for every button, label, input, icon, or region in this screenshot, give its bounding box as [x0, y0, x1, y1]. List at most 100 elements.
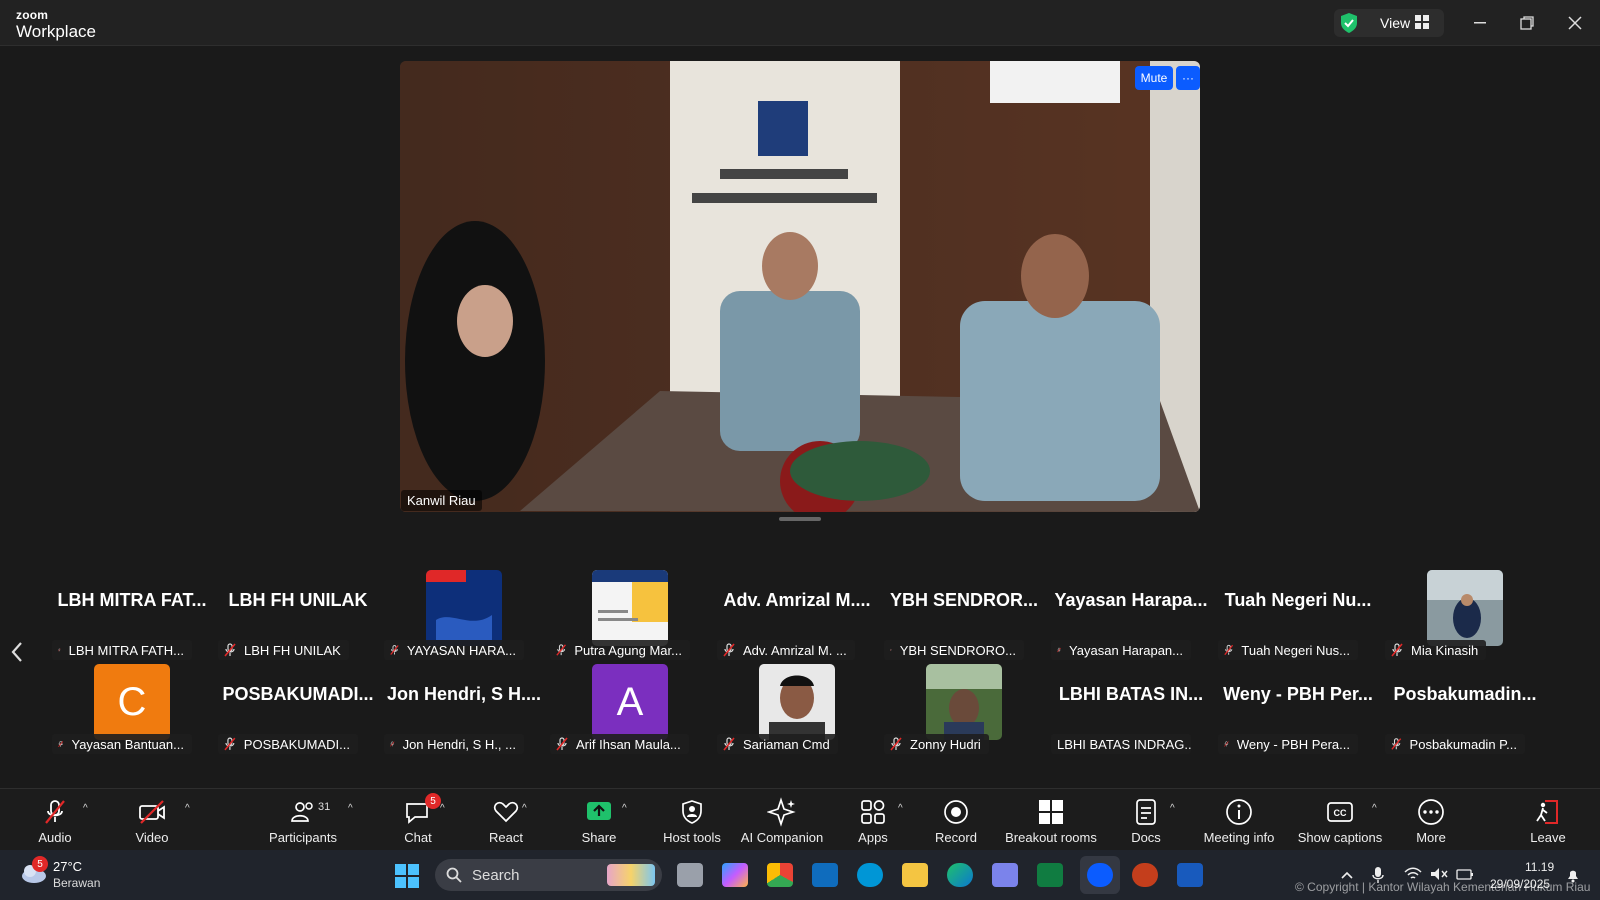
- powerpoint-icon[interactable]: [1132, 863, 1158, 887]
- record-icon: [944, 800, 968, 824]
- zoom-taskbar-icon[interactable]: [1087, 863, 1113, 887]
- hp-icon[interactable]: [857, 863, 883, 887]
- speaker-muted-icon[interactable]: [1430, 867, 1448, 881]
- outlook-icon[interactable]: [812, 863, 838, 887]
- participant-tile[interactable]: Tuah Negeri Nu... Tuah Negeri Nus...: [1218, 570, 1378, 662]
- participant-name-text: Posbakumadin P...: [1409, 736, 1517, 752]
- participant-display-name: LBH FH UNILAK: [228, 590, 368, 610]
- word-icon[interactable]: [1177, 863, 1203, 887]
- more-button[interactable]: More: [1415, 789, 1447, 851]
- copyright-watermark: © Copyright | Kantor Wilayah Kementerian…: [1295, 880, 1591, 894]
- wifi-icon[interactable]: [1404, 867, 1422, 881]
- participant-tile[interactable]: Adv. Amrizal M.... Adv. Amrizal M. ...: [717, 570, 877, 662]
- participant-name-label: LBH FH UNILAK: [218, 640, 349, 660]
- chat-button[interactable]: 5 Chat: [400, 789, 441, 851]
- participant-tile[interactable]: Putra Agung Mar...: [550, 570, 710, 662]
- share-button[interactable]: Share: [580, 789, 618, 851]
- audio-button[interactable]: Audio: [36, 789, 74, 851]
- windows-start-icon[interactable]: [395, 864, 419, 888]
- copilot-icon[interactable]: [722, 863, 748, 887]
- participant-tile[interactable]: POSBAKUMADI... POSBAKUMADI...: [218, 664, 378, 756]
- audio-label: Audio: [38, 830, 72, 845]
- video-button[interactable]: Video: [132, 789, 172, 851]
- share-options-caret[interactable]: ^: [622, 803, 627, 814]
- task-view-icon[interactable]: [677, 863, 703, 887]
- leave-button[interactable]: Leave: [1530, 789, 1566, 851]
- participant-name-text: Adv. Amrizal M. ...: [743, 642, 847, 658]
- teams-icon[interactable]: [992, 863, 1018, 887]
- chat-icon-wrap: 5: [403, 793, 441, 827]
- participant-tile[interactable]: YBH SENDROR... YBH SENDRORO...: [884, 570, 1044, 662]
- captions-options-caret[interactable]: ^: [1372, 803, 1377, 814]
- breakout-rooms-label: Breakout rooms: [1005, 830, 1097, 845]
- participant-tile[interactable]: Posbakumadin... Posbakumadin P...: [1385, 664, 1545, 756]
- chat-label: Chat: [404, 830, 432, 845]
- video-more-options-button[interactable]: ···: [1176, 66, 1200, 90]
- breakout-rooms-icon: [1039, 800, 1063, 824]
- participant-tile[interactable]: Yayasan Harapa... Yayasan Harapan...: [1051, 570, 1211, 662]
- participant-tile[interactable]: Zonny Hudri: [884, 664, 1044, 756]
- meeting-info-label: Meeting info: [1203, 830, 1275, 845]
- docs-options-caret[interactable]: ^: [1170, 803, 1175, 814]
- record-button[interactable]: Record: [935, 789, 977, 851]
- participant-tile[interactable]: Weny - PBH Per... Weny - PBH Pera...: [1218, 664, 1378, 756]
- participant-tile[interactable]: Mia Kinasih: [1385, 570, 1545, 662]
- restore-button[interactable]: [1512, 8, 1542, 38]
- chrome-icon[interactable]: [767, 863, 793, 887]
- react-options-caret[interactable]: ^: [522, 803, 527, 814]
- gallery-previous-button[interactable]: [10, 640, 30, 670]
- battery-icon[interactable]: [1456, 867, 1474, 881]
- chevron-left-icon: [11, 642, 22, 662]
- participant-tile[interactable]: LBHI BATAS IN... LBHI BATAS INDRAG...: [1051, 664, 1211, 756]
- edge-icon[interactable]: [947, 863, 973, 887]
- meeting-info-button[interactable]: Meeting info: [1202, 789, 1276, 851]
- mic-muted-icon: [1057, 647, 1061, 653]
- video-options-caret[interactable]: ^: [185, 803, 190, 814]
- participant-tile[interactable]: Sariaman Cmd: [717, 664, 877, 756]
- search-placeholder: Search: [472, 867, 520, 884]
- participant-video-thumbnail: [592, 570, 668, 646]
- participant-tile[interactable]: A Arif Ihsan Maula...: [550, 664, 710, 756]
- apps-button[interactable]: Apps: [857, 789, 889, 851]
- participant-display-name: LBHI BATAS IN...: [1058, 684, 1204, 704]
- view-label: View: [1380, 15, 1411, 31]
- docs-label: Docs: [1131, 830, 1161, 845]
- participant-display-name: Adv. Amrizal M....: [723, 590, 871, 610]
- participant-tile[interactable]: YAYASAN HARA...: [384, 570, 544, 662]
- document-icon: [1136, 799, 1156, 825]
- participant-tile[interactable]: LBH MITRA FAT... LBH MITRA FATH...: [52, 570, 212, 662]
- close-button[interactable]: [1560, 8, 1590, 38]
- participant-tile[interactable]: LBH FH UNILAK LBH FH UNILAK: [218, 570, 378, 662]
- participant-name-label: LBH MITRA FATH...: [52, 640, 192, 660]
- react-button[interactable]: React: [488, 789, 524, 851]
- sparkle-icon: [767, 797, 796, 827]
- share-label: Share: [581, 830, 617, 845]
- show-captions-button[interactable]: CC Show captions: [1298, 789, 1382, 851]
- participant-video-thumbnail: [426, 570, 502, 646]
- participants-options-caret[interactable]: ^: [348, 803, 353, 814]
- minimize-button[interactable]: [1465, 8, 1495, 38]
- participant-tile[interactable]: C Yayasan Bantuan...: [52, 664, 212, 756]
- participants-button[interactable]: Participants: [265, 789, 341, 851]
- remote-mute-button[interactable]: Mute: [1135, 66, 1173, 90]
- host-tools-button[interactable]: Host tools: [661, 789, 723, 851]
- docs-button[interactable]: Docs: [1130, 789, 1162, 851]
- resize-handle[interactable]: [779, 517, 821, 521]
- breakout-rooms-button[interactable]: Breakout rooms: [1005, 789, 1097, 851]
- participant-display-name: Weny - PBH Per...: [1223, 684, 1373, 704]
- clock-time[interactable]: 11.19: [1525, 860, 1554, 874]
- speaker-video[interactable]: [400, 61, 1200, 512]
- encryption-shield-icon: [1341, 13, 1357, 33]
- file-explorer-icon[interactable]: [902, 863, 928, 887]
- participant-display-name: LBH MITRA FAT...: [57, 590, 207, 610]
- participant-name-label: Arif Ihsan Maula...: [550, 734, 689, 754]
- chat-options-caret[interactable]: ^: [440, 803, 445, 814]
- search-icon: [446, 867, 462, 883]
- apps-options-caret[interactable]: ^: [898, 803, 903, 814]
- show-hidden-icons-icon[interactable]: [1340, 870, 1354, 880]
- info-icon: [1226, 799, 1252, 825]
- excel-icon[interactable]: [1037, 863, 1063, 887]
- audio-options-caret[interactable]: ^: [83, 803, 88, 814]
- ai-companion-button[interactable]: AI Companion: [740, 789, 824, 851]
- participant-tile[interactable]: Jon Hendri, S H.... Jon Hendri, S H., ...: [384, 664, 544, 756]
